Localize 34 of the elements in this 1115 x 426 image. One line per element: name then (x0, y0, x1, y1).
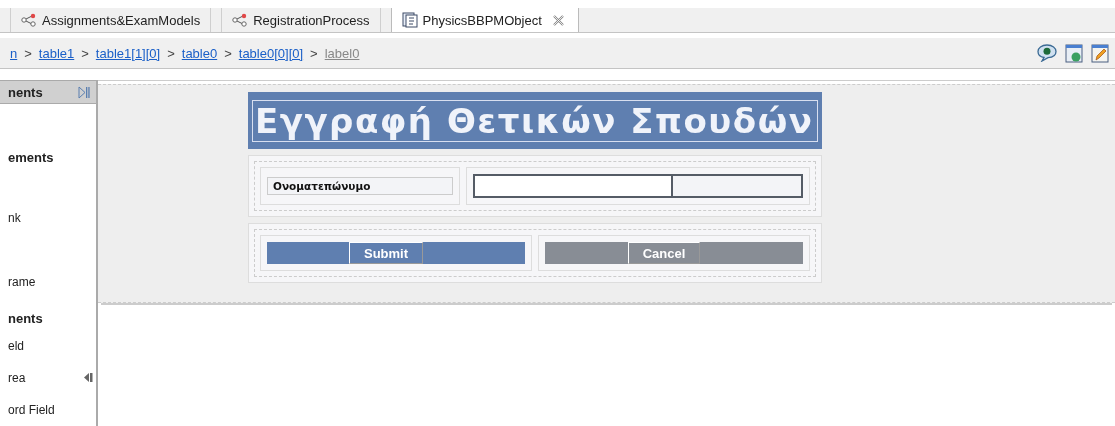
document-icon (401, 12, 418, 28)
editor-tab[interactable]: PhysicsBBPMObject (390, 8, 579, 32)
editor-tab[interactable]: Assignments&ExamModels (10, 8, 212, 32)
palette-item[interactable]: rame (8, 275, 96, 289)
breadcrumb-link[interactable]: table0 (181, 45, 218, 61)
breadcrumb-link[interactable]: n (10, 45, 18, 61)
process-icon (21, 13, 37, 27)
breadcrumb-link[interactable]: table1 (38, 45, 75, 61)
palette-group[interactable]: ements (8, 150, 96, 165)
editor-tab[interactable]: RegistrationProcess (221, 8, 381, 32)
palette-item[interactable]: ord Field (8, 403, 96, 417)
submit-button[interactable]: Submit (348, 242, 424, 264)
expand-icon[interactable] (84, 373, 93, 382)
pencil-window-icon[interactable] (1091, 43, 1109, 63)
speech-bubble-icon[interactable] (1037, 44, 1057, 62)
breadcrumb-current: label0 (324, 45, 360, 61)
breadcrumb-link[interactable]: table0[0][0] (238, 45, 304, 61)
breadcrumb-separator: > (310, 45, 318, 61)
breadcrumb-separator: > (24, 45, 32, 61)
breadcrumb-separator: > (167, 45, 175, 61)
field-label: Ονοματεπώνυμο (267, 177, 453, 195)
close-icon[interactable] (552, 14, 564, 26)
palette-group[interactable]: nents (8, 311, 96, 326)
palette-item[interactable]: nk (8, 211, 96, 225)
palette-title: nents (8, 84, 43, 100)
collapse-icon[interactable] (78, 85, 90, 99)
breadcrumb-separator: > (224, 45, 232, 61)
input-field[interactable] (473, 174, 803, 198)
form-title: Εγγραφή Θετικών Σπουδών (252, 99, 818, 142)
breadcrumb-link[interactable]: table1[1][0] (95, 45, 161, 61)
palette-item[interactable]: rea (8, 371, 96, 385)
palette-item[interactable]: eld (8, 339, 96, 353)
breadcrumb-separator: > (81, 45, 89, 61)
process-icon (232, 13, 249, 27)
